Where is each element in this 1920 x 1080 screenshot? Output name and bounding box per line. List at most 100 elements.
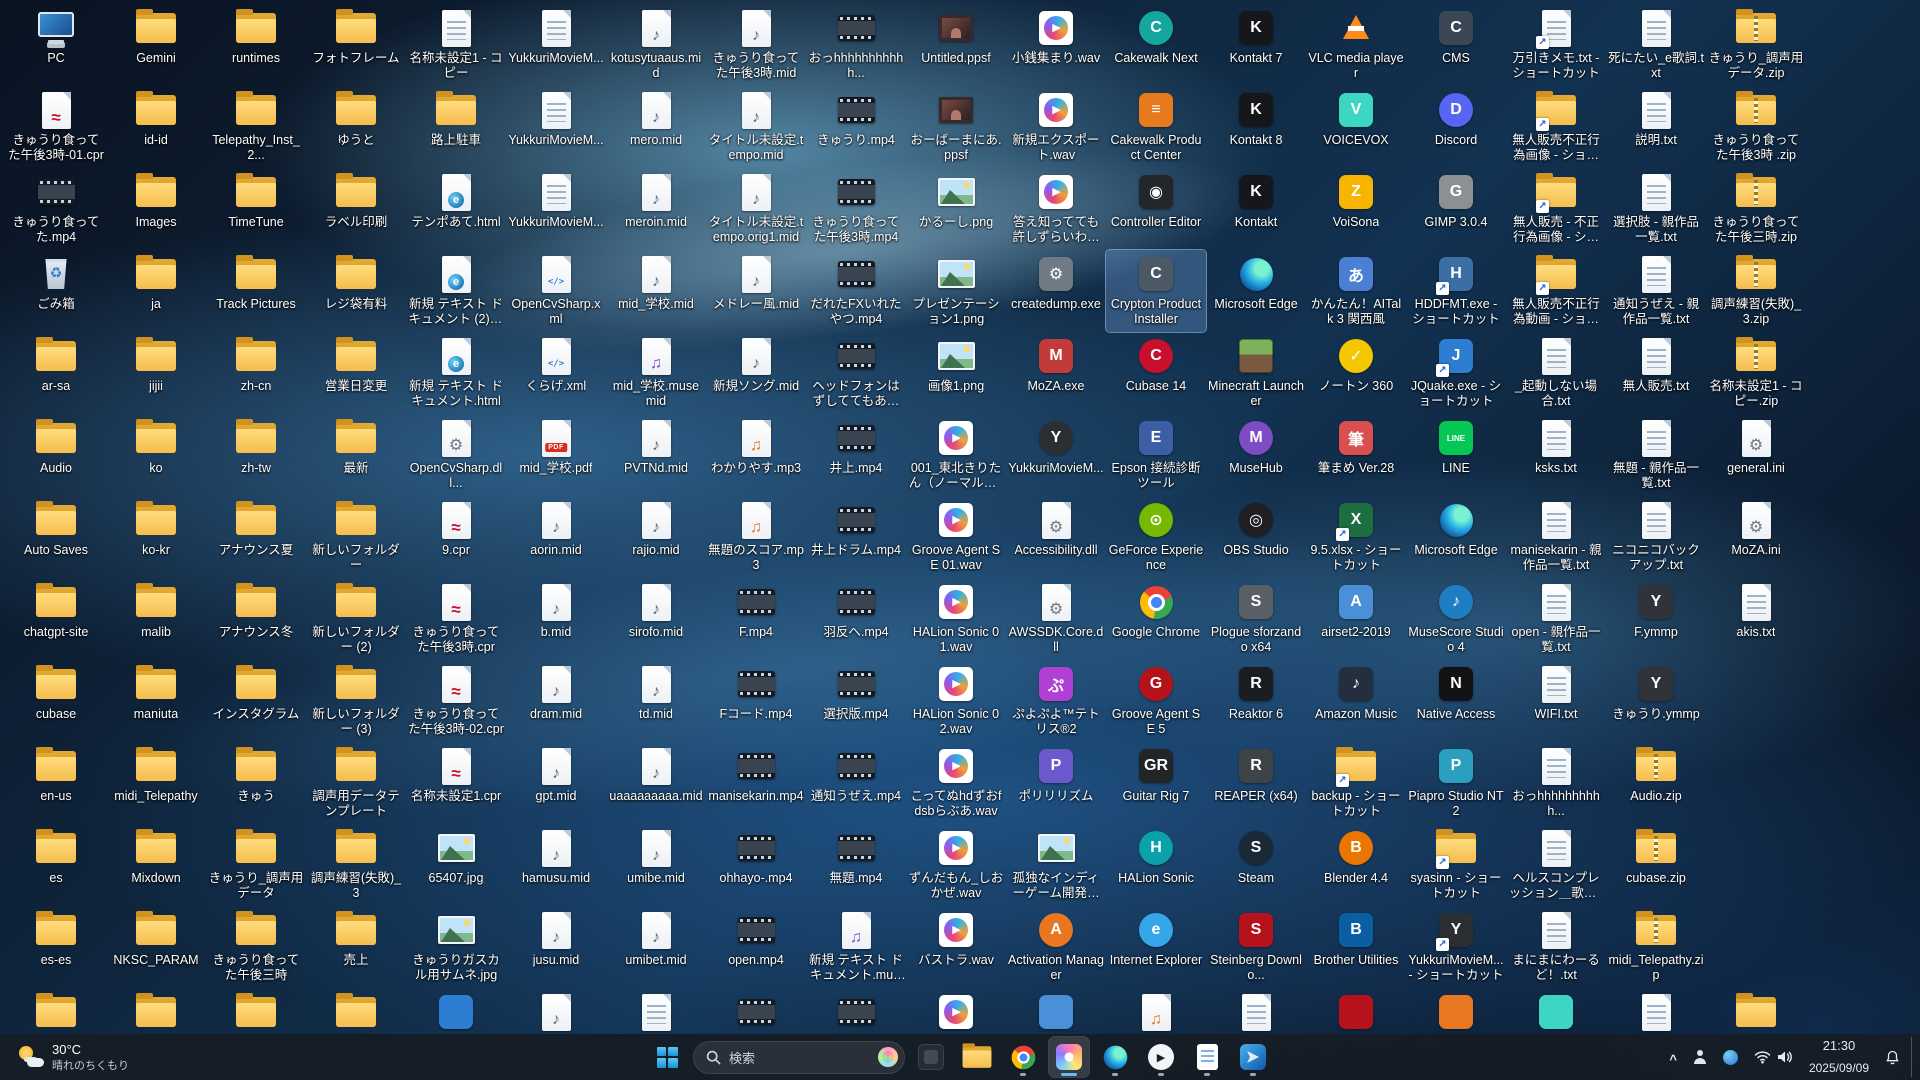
desktop-icon[interactable]: Y ↗ YukkuriMovieM... - ショートカット xyxy=(1406,906,1506,988)
desktop-icon[interactable]: YukkuriMovieM... xyxy=(506,86,606,168)
desktop-icon[interactable]: 通知うぜえ - 親作品一覧.txt xyxy=(1606,250,1706,332)
desktop-icon[interactable] xyxy=(306,988,406,1034)
start-button[interactable] xyxy=(647,1037,687,1077)
desktop-icon[interactable]: R Reaktor 6 xyxy=(1206,660,1306,742)
desktop-icon[interactable]: 無人販売.txt xyxy=(1606,332,1706,414)
desktop-icon[interactable]: ja xyxy=(106,250,206,332)
desktop-icon[interactable]: Y F.ymmp xyxy=(1606,578,1706,660)
desktop-icon[interactable]: きゅう xyxy=(206,742,306,824)
desktop-icon[interactable]: ≈ 名称未設定1.cpr xyxy=(406,742,506,824)
desktop-icon[interactable]: ♪ PVTNd.mid xyxy=(606,414,706,496)
desktop-icon[interactable]: 新しいフォルダー (2) xyxy=(306,578,406,660)
desktop-icon[interactable]: ♪ タイトル未設定.tempo.mid xyxy=(706,86,806,168)
desktop-icon[interactable]: F.mp4 xyxy=(706,578,806,660)
taskbar-app-edge[interactable] xyxy=(1095,1037,1135,1077)
desktop-icon[interactable]: ⚙ MoZA.ini xyxy=(1706,496,1806,578)
desktop-icon[interactable]: ♪ uaaaaaaaaa.mid xyxy=(606,742,706,824)
tray-blue-app-button[interactable] xyxy=(1716,1037,1745,1077)
desktop-icon[interactable]: Google Chrome xyxy=(1106,578,1206,660)
desktop-icon[interactable]: A Activation Manager xyxy=(1006,906,1106,988)
desktop-icon[interactable]: ⚙ general.ini xyxy=(1706,414,1806,496)
desktop-icon[interactable]: きゅうりガスカル用サムネ.jpg xyxy=(406,906,506,988)
desktop-icon[interactable] xyxy=(1506,988,1606,1034)
desktop-icon[interactable]: きゅうり_調声用データ.zip xyxy=(1706,4,1806,86)
desktop-icon[interactable]: 65407.jpg xyxy=(406,824,506,906)
desktop-icon[interactable]: ラベル印刷 xyxy=(306,168,406,250)
desktop-icon[interactable]: ヘルスコンプレッション＿歌詞.txt xyxy=(1506,824,1606,906)
desktop-icon[interactable]: 名称未設定1 - コピー xyxy=(406,4,506,86)
desktop-icon[interactable]: ♪ タイトル未設定.tempo.orig1.mid xyxy=(706,168,806,250)
desktop-icon[interactable]: ♪ MuseScore Studio 4 xyxy=(1406,578,1506,660)
desktop-icon[interactable]: 路上駐車 xyxy=(406,86,506,168)
desktop-icon[interactable]: YukkuriMovieM... xyxy=(506,4,606,86)
desktop-icon[interactable]: ♪ umibet.mid xyxy=(606,906,706,988)
desktop-icon[interactable]: アナウンス夏 xyxy=(206,496,306,578)
desktop-icon[interactable]: open - 親作品一覧.txt xyxy=(1506,578,1606,660)
desktop-icon[interactable]: 無題.mp4 xyxy=(806,824,906,906)
desktop-icon[interactable]: cubase xyxy=(6,660,106,742)
desktop-icon[interactable]: アナウンス冬 xyxy=(206,578,306,660)
weather-widget[interactable]: 30°C 晴れのちくもり xyxy=(8,1034,139,1080)
desktop-icon[interactable]: ♪ umibe.mid xyxy=(606,824,706,906)
desktop-icon[interactable]: Groove Agent SE 01.wav xyxy=(906,496,1006,578)
desktop-icon[interactable]: B Blender 4.4 xyxy=(1306,824,1406,906)
desktop-icon[interactable]: en-us xyxy=(6,742,106,824)
desktop-icon[interactable] xyxy=(706,988,806,1034)
desktop-icon[interactable]: ≡ Cakewalk Product Center xyxy=(1106,86,1206,168)
desktop-icon[interactable] xyxy=(1006,988,1106,1034)
desktop-icon[interactable] xyxy=(6,988,106,1034)
desktop-icon[interactable] xyxy=(906,988,1006,1034)
desktop-icon[interactable]: PDF mid_学校.pdf xyxy=(506,414,606,496)
desktop-icon[interactable]: ♫ 新規 テキスト ドキュメント.musicxml xyxy=(806,906,906,988)
desktop-icon[interactable] xyxy=(806,988,906,1034)
desktop-icon[interactable]: Y きゅうり.ymmp xyxy=(1606,660,1706,742)
desktop-icon[interactable]: YukkuriMovieM... xyxy=(506,168,606,250)
desktop-icon[interactable] xyxy=(606,988,706,1034)
desktop-icon[interactable]: 答え知ってても許しずらいわこれ.wav xyxy=(1006,168,1106,250)
desktop-icon[interactable] xyxy=(1406,988,1506,1034)
desktop-icon[interactable]: 新規エクスポート.wav xyxy=(1006,86,1106,168)
desktop-icon[interactable]: 選択肢 - 親作品一覧.txt xyxy=(1606,168,1706,250)
desktop-icon[interactable]: midi_Telepathy xyxy=(106,742,206,824)
desktop-icon[interactable]: ♪ hamusu.mid xyxy=(506,824,606,906)
network-volume-button[interactable] xyxy=(1747,1037,1800,1077)
desktop-icon[interactable]: ゆうと xyxy=(306,86,406,168)
desktop-icon[interactable]: C Cubase 14 xyxy=(1106,332,1206,414)
desktop-icon[interactable]: プレゼンテーション1.png xyxy=(906,250,1006,332)
desktop[interactable]: PC Gemini runtimes フォトフレーム 名称未設定1 - コピー … xyxy=(6,4,1814,1034)
desktop-icon[interactable]: S Steam xyxy=(1206,824,1306,906)
desktop-icon[interactable]: 孤独なインディーゲーム開発者の一生 ... xyxy=(1006,824,1106,906)
desktop-icon[interactable]: HALion Sonic 02.wav xyxy=(906,660,1006,742)
taskbar-app-chrome[interactable] xyxy=(1003,1037,1043,1077)
clock-date-button[interactable]: 21:30 2025/09/09 xyxy=(1802,1037,1876,1077)
desktop-icon[interactable]: 井上.mp4 xyxy=(806,414,906,496)
desktop-icon[interactable] xyxy=(1706,988,1806,1034)
desktop-icon[interactable]: ↗ 無人販売不正行為動画 - ショートカット xyxy=(1506,250,1606,332)
desktop-icon[interactable]: manisekarin.mp4 xyxy=(706,742,806,824)
desktop-icon[interactable] xyxy=(1306,988,1406,1034)
desktop-icon[interactable]: 調声練習(失敗)_3.zip xyxy=(1706,250,1806,332)
desktop-icon[interactable]: G Groove Agent SE 5 xyxy=(1106,660,1206,742)
desktop-icon[interactable]: バストラ.wav xyxy=(906,906,1006,988)
desktop-icon[interactable]: ♪ mero.mid xyxy=(606,86,706,168)
desktop-icon[interactable]: C Crypton Product Installer xyxy=(1105,249,1207,333)
desktop-icon[interactable]: 名称未設定1 - コピー.zip xyxy=(1706,332,1806,414)
desktop-icon[interactable]: cubase.zip xyxy=(1606,824,1706,906)
desktop-icon[interactable]: 調声用データテンプレート xyxy=(306,742,406,824)
desktop-icon[interactable]: ⚙ createdump.exe xyxy=(1006,250,1106,332)
desktop-icon[interactable]: きゅうり.mp4 xyxy=(806,86,906,168)
desktop-icon[interactable]: きゅうり食ってた午後3時 .zip xyxy=(1706,86,1806,168)
desktop-icon[interactable]: ♪ meroin.mid xyxy=(606,168,706,250)
desktop-icon[interactable]: ↗ syasinn - ショートカット xyxy=(1406,824,1506,906)
desktop-icon[interactable] xyxy=(1206,988,1306,1034)
desktop-icon[interactable]: Auto Saves xyxy=(6,496,106,578)
desktop-icon[interactable]: きゅうり食ってた午後三時 xyxy=(206,906,306,988)
desktop-icon[interactable]: ⚙ AWSSDK.Core.dll xyxy=(1006,578,1106,660)
desktop-icon[interactable]: ◎ OBS Studio xyxy=(1206,496,1306,578)
desktop-icon[interactable]: P ポリリリズム xyxy=(1006,742,1106,824)
desktop-icon[interactable]: ♪ td.mid xyxy=(606,660,706,742)
desktop-icon[interactable]: ニコニコバックアップ.txt xyxy=(1606,496,1706,578)
desktop-icon[interactable]: 001_東北きりたん（ノーマル）_今しゃ... xyxy=(906,414,1006,496)
desktop-icon[interactable]: es xyxy=(6,824,106,906)
desktop-icon[interactable]: id-id xyxy=(106,86,206,168)
